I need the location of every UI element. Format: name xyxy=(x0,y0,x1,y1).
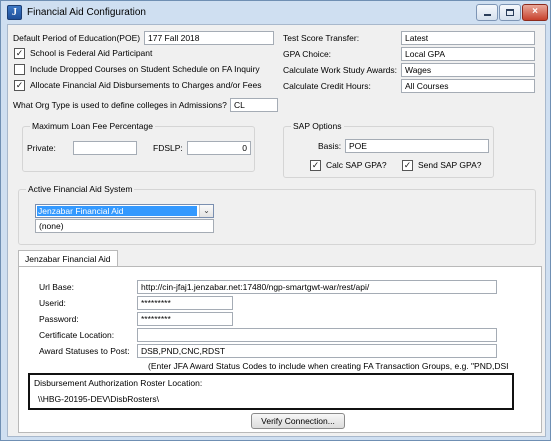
password-field[interactable]: ********* xyxy=(137,312,233,326)
sap-options-group: SAP Options Basis: POE ✓ Calc SAP GPA? ✓… xyxy=(283,121,494,178)
url-base-label: Url Base: xyxy=(39,282,74,292)
private-label: Private: xyxy=(27,143,56,153)
school-participant-checkbox[interactable]: ✓ xyxy=(14,48,25,59)
checkmark-icon: ✓ xyxy=(403,160,412,170)
password-label: Password: xyxy=(39,314,79,324)
active-system-list-item[interactable]: (none) xyxy=(35,219,214,233)
basis-label: Basis: xyxy=(318,141,342,151)
minimize-button[interactable] xyxy=(476,4,498,21)
userid-field[interactable]: ********* xyxy=(137,296,233,310)
url-base-field[interactable]: http://cin-jfaj1.jenzabar.net:17480/ngp-… xyxy=(137,280,497,294)
award-statuses-field[interactable]: DSB,PND,CNC,RDST xyxy=(137,344,497,358)
allocate-disbursements-checkbox[interactable]: ✓ xyxy=(14,80,25,91)
title-bar[interactable]: J Financial Aid Configuration × xyxy=(2,2,551,23)
test-score-label: Test Score Transfer: xyxy=(283,33,360,43)
send-sap-gpa-label: Send SAP GPA? xyxy=(418,160,482,170)
active-system-group-title: Active Financial Aid System xyxy=(26,184,135,194)
maximize-icon xyxy=(506,9,514,16)
poe-field[interactable]: 177 Fall 2018 xyxy=(144,31,274,45)
allocate-disbursements-label: Allocate Financial Aid Disbursements to … xyxy=(30,80,262,90)
jfa-tab-panel: Url Base: http://cin-jfaj1.jenzabar.net:… xyxy=(18,266,542,433)
userid-label: Userid: xyxy=(39,298,66,308)
credit-hours-field[interactable]: All Courses xyxy=(401,79,535,93)
loan-fee-group: Maximum Loan Fee Percentage Private: FDS… xyxy=(22,121,255,172)
checkmark-icon: ✓ xyxy=(311,160,320,170)
test-score-field[interactable]: Latest xyxy=(401,31,535,45)
org-type-label: What Org Type is used to define colleges… xyxy=(13,100,227,110)
loan-fee-group-title: Maximum Loan Fee Percentage xyxy=(30,121,155,131)
fdslp-label: FDSLP: xyxy=(153,143,183,153)
chevron-down-icon[interactable]: ⌄ xyxy=(199,205,213,217)
award-statuses-hint: (Enter JFA Award Status Codes to include… xyxy=(148,361,509,371)
private-field[interactable] xyxy=(73,141,137,155)
gpa-choice-field[interactable]: Local GPA xyxy=(401,47,535,61)
work-study-label: Calculate Work Study Awards: xyxy=(283,65,398,75)
certificate-location-field[interactable] xyxy=(137,328,497,342)
financial-aid-config-window: J Financial Aid Configuration × Default … xyxy=(0,0,551,441)
active-system-group: Active Financial Aid System Jenzabar Fin… xyxy=(18,184,536,245)
poe-label: Default Period of Education(POE) xyxy=(13,33,141,43)
credit-hours-label: Calculate Credit Hours: xyxy=(283,81,371,91)
send-sap-gpa-checkbox[interactable]: ✓ xyxy=(402,160,413,171)
active-system-dropdown[interactable]: Jenzabar Financial Aid ⌄ xyxy=(35,204,214,218)
app-icon: J xyxy=(7,5,22,20)
roster-location-field[interactable]: \\HBG-20195-DEV\DisbRosters\ xyxy=(34,392,506,406)
school-participant-label: School is Federal Aid Participant xyxy=(30,48,153,58)
tab-jenzabar-financial-aid[interactable]: Jenzabar Financial Aid xyxy=(18,250,118,267)
sap-options-group-title: SAP Options xyxy=(291,121,344,131)
maximize-button[interactable] xyxy=(499,4,521,21)
roster-location-label: Disbursement Authorization Roster Locati… xyxy=(34,378,203,388)
work-study-field[interactable]: Wages xyxy=(401,63,535,77)
client-area: Default Period of Education(POE) 177 Fal… xyxy=(7,24,546,437)
checkmark-icon: ✓ xyxy=(15,48,24,58)
verify-connection-button[interactable]: Verify Connection... xyxy=(251,413,345,429)
include-dropped-label: Include Dropped Courses on Student Sched… xyxy=(30,64,260,74)
org-type-field[interactable]: CL xyxy=(230,98,278,112)
fdslp-field[interactable]: 0 xyxy=(187,141,251,155)
gpa-choice-label: GPA Choice: xyxy=(283,49,332,59)
award-statuses-label: Award Statuses to Post: xyxy=(39,346,130,356)
include-dropped-checkbox[interactable] xyxy=(14,64,25,75)
calc-sap-gpa-checkbox[interactable]: ✓ xyxy=(310,160,321,171)
window-title: Financial Aid Configuration xyxy=(27,7,146,18)
basis-field[interactable]: POE xyxy=(345,139,489,153)
close-icon: × xyxy=(532,6,538,17)
certificate-location-label: Certificate Location: xyxy=(39,330,115,340)
checkmark-icon: ✓ xyxy=(15,80,24,90)
calc-sap-gpa-label: Calc SAP GPA? xyxy=(326,160,387,170)
minimize-icon xyxy=(483,14,491,16)
active-system-selected: Jenzabar Financial Aid xyxy=(37,206,197,216)
close-button[interactable]: × xyxy=(522,4,548,21)
roster-location-highlight: Disbursement Authorization Roster Locati… xyxy=(28,373,514,410)
